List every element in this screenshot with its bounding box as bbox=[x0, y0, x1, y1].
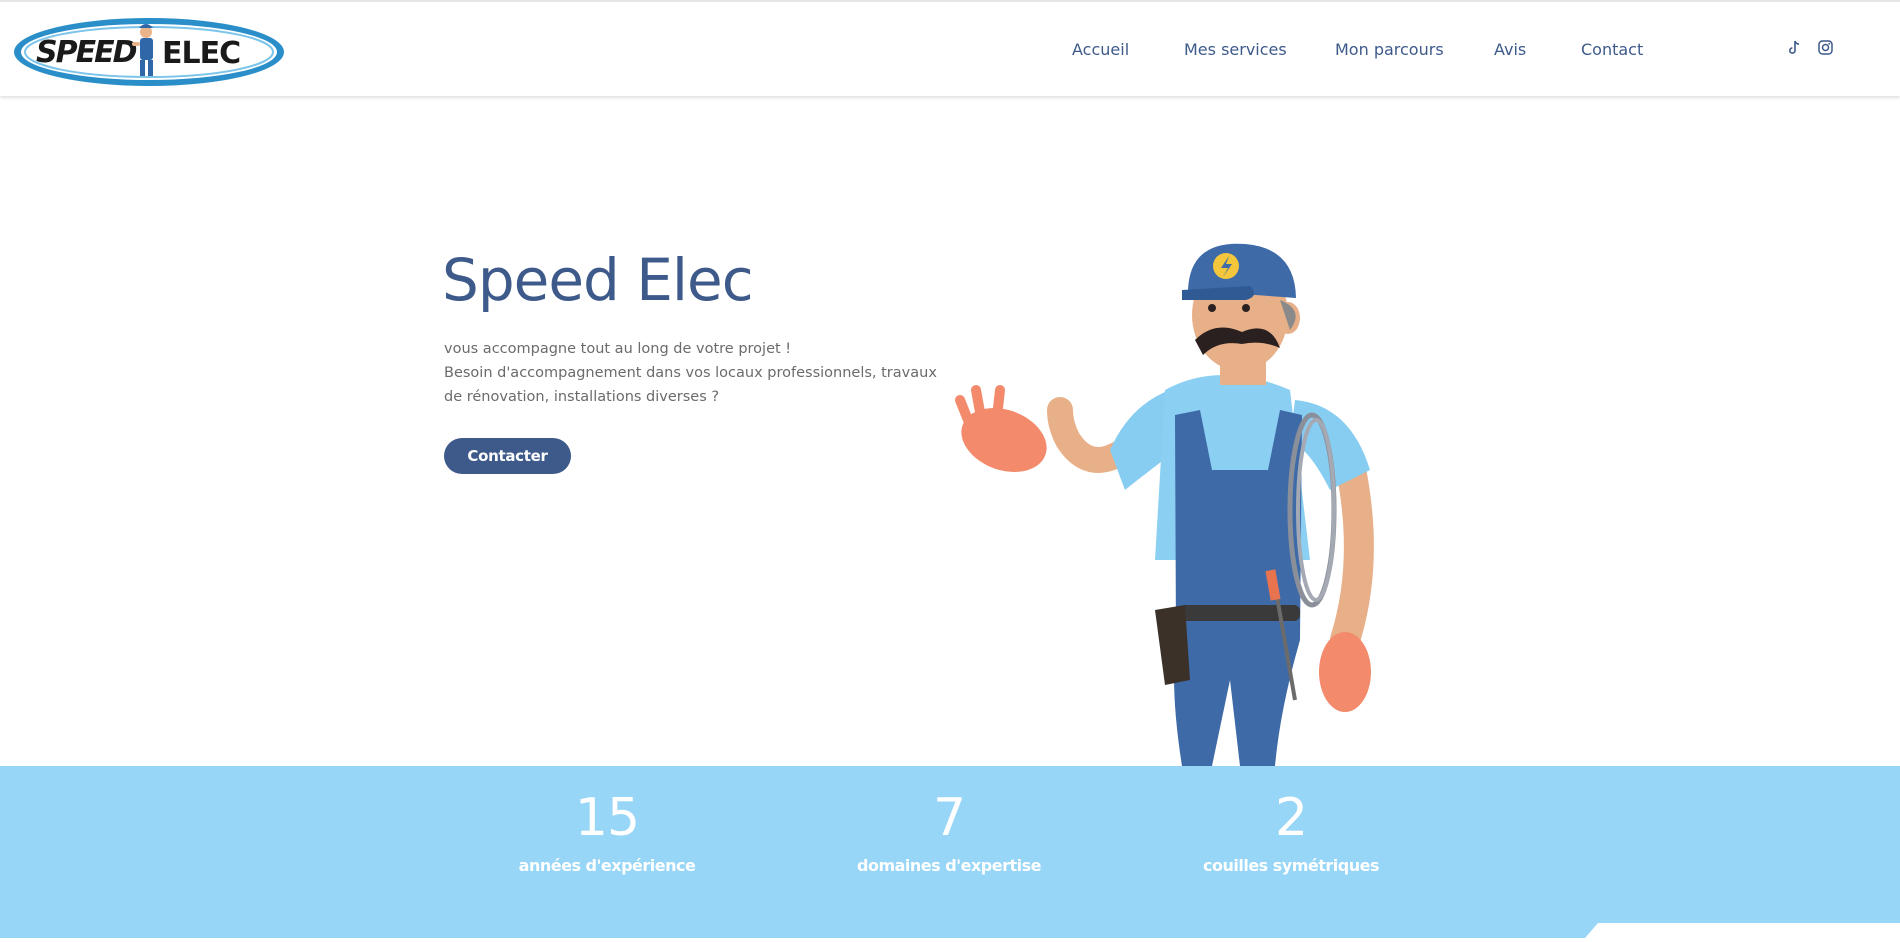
instagram-icon[interactable] bbox=[1817, 39, 1834, 56]
stat-third: 2 couilles symétriques bbox=[1161, 792, 1421, 875]
stat-value: 2 bbox=[1274, 788, 1308, 848]
hero-line-1: vous accompagne tout au long de votre pr… bbox=[444, 341, 792, 357]
electrician-mascot-illustration bbox=[950, 240, 1460, 766]
stat-label: couilles symétriques bbox=[1203, 856, 1379, 875]
speed-elec-logo[interactable]: SPEED ELEC bbox=[12, 16, 286, 88]
stat-label: années d'expérience bbox=[518, 856, 696, 875]
hero-line-2: Besoin d'accompagnement dans vos locaux … bbox=[444, 365, 937, 405]
svg-text:ELEC: ELEC bbox=[162, 36, 240, 71]
stat-domains: 7 domaines d'expertise bbox=[819, 792, 1079, 875]
hero-description: vous accompagne tout au long de votre pr… bbox=[444, 337, 954, 409]
svg-text:SPEED: SPEED bbox=[36, 35, 137, 70]
nav-mes-services[interactable]: Mes services bbox=[1184, 40, 1287, 59]
nav-mon-parcours[interactable]: Mon parcours bbox=[1335, 40, 1444, 59]
section-divider-wedge bbox=[0, 923, 1900, 938]
stat-value: 15 bbox=[574, 788, 640, 848]
contact-button[interactable]: Contacter bbox=[444, 438, 571, 474]
social-links bbox=[1786, 39, 1834, 56]
stat-label: domaines d'expertise bbox=[857, 856, 1041, 875]
stat-experience: 15 années d'expérience bbox=[477, 792, 737, 875]
nav-avis[interactable]: Avis bbox=[1494, 40, 1526, 59]
site-header: SPEED ELEC Accueil Mes services Mon parc… bbox=[0, 0, 1900, 96]
stats-band: 15 années d'expérience 7 domaines d'expe… bbox=[0, 766, 1900, 923]
tiktok-icon[interactable] bbox=[1786, 39, 1803, 56]
hero-title: Speed Elec bbox=[442, 246, 754, 314]
nav-accueil[interactable]: Accueil bbox=[1072, 40, 1129, 59]
stat-value: 7 bbox=[932, 788, 966, 848]
nav-contact[interactable]: Contact bbox=[1581, 40, 1643, 59]
